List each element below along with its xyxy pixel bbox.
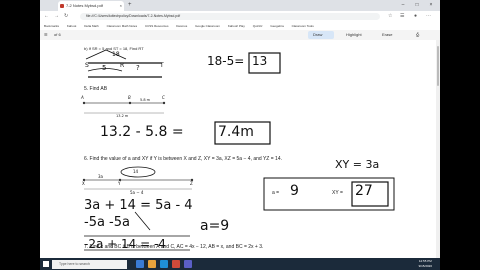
seg-label-r: R [120,62,125,69]
browser-window: 7-2 Notes Mybsd.pdf × + – □ × ← → ↻ file… [40,0,440,270]
a-answer: a=9 [200,218,230,234]
back-icon[interactable]: ← [44,12,49,21]
favorite-star-icon[interactable]: ☆ [388,12,392,21]
profile-avatar[interactable]: ● [414,12,417,21]
problem-6: 6. Find the value of a and XY if Y is be… [84,156,283,162]
calc2: 13.2 - 5.8 = [100,124,184,140]
box-label-xy: XY = [332,190,343,196]
url-field[interactable]: file:///C:/Users/kdtechpolicy/Downloads/… [80,13,380,20]
seg-label-18: 18 [112,51,120,58]
task-view-icon[interactable] [136,260,144,268]
pdf-icon [60,4,64,8]
problem-5: 5. Find AB [84,86,108,92]
label-xz: 5a − 4 [130,190,144,195]
reload-icon[interactable]: ↻ [64,12,68,21]
chrome-icon[interactable] [172,260,180,268]
taskbar: Type here to search 12:55 PM 9/15/2020 [40,258,440,270]
new-tab-button[interactable]: + [128,1,132,10]
label-3a: 3a [98,174,103,179]
bookmark-item[interactable]: Kahoot [67,24,77,28]
highlight-button[interactable]: Highlight [346,30,362,40]
tab-title: 7-2 Notes Mybsd.pdf [66,3,103,8]
label-y: Y [118,181,121,186]
bookmark-item[interactable]: CCSS Resources [145,24,169,28]
xy-equation: XY = 3a [335,158,380,171]
bookmark-item[interactable]: Kahoot! Play [228,24,245,28]
label-a: A [81,95,84,100]
bookmark-item[interactable]: Quizizz [253,24,263,28]
point-a [82,101,86,105]
menu-icon[interactable]: ⋯ [426,12,431,21]
point-b [128,101,132,105]
edge-icon[interactable] [160,260,168,268]
point-c [162,101,166,105]
file-explorer-icon[interactable] [148,260,156,268]
erase-button[interactable]: Erase [382,30,392,40]
page-indicator[interactable]: of 6 [54,30,61,40]
problem-7: 7. Find x and BC if B is between A and C… [84,244,264,250]
label-bc: 5.8 m [140,98,151,102]
cancel-line [134,211,151,231]
answer2: 7.4m [218,124,254,140]
clock-date: 9/15/2020 [418,264,432,268]
calc1: 18-5= [207,54,245,68]
seg-label-qmark: ? [136,64,140,72]
forward-icon[interactable]: → [54,12,59,21]
draw-label: Draw [313,32,323,37]
tab-close-icon[interactable]: × [120,1,122,11]
box-value-a: 9 [290,183,299,199]
label-c: C [162,95,165,100]
bookmark-item[interactable]: Classroom Math Notes [107,24,138,28]
scrollbar[interactable] [436,40,440,258]
seg-label-t: T [160,62,164,69]
bookmark-item[interactable]: Geogebra [270,24,283,28]
label-b: B [128,95,131,100]
windows-start-icon[interactable] [43,261,49,267]
work-line1: 3a + 14 = 5a - 4 [84,198,193,213]
answer1: 13 [252,54,268,68]
box-value-xy: 27 [355,183,373,199]
bookmark-item[interactable]: Classroom Tools [292,24,314,28]
minimize-button[interactable]: – [396,0,410,11]
label-14: 14 [133,169,139,174]
print-icon[interactable]: ⎙ [416,30,419,40]
tab-bar: 7-2 Notes Mybsd.pdf × + – □ × [40,0,440,11]
pdf-page: b) If SR = 5 and ST = 18, Find RT S R T … [40,40,440,258]
answer-box-6 [263,177,395,211]
label-z: Z [190,181,193,186]
seg-label-5: 5 [102,64,107,72]
work-line2: -5a -5a [84,215,130,230]
taskbar-search-input[interactable]: Type here to search [52,259,127,269]
bookmark-item[interactable]: Google Classroom [195,24,220,28]
scroll-thumb[interactable] [437,46,439,86]
label-x: X [82,181,85,186]
bookmark-item[interactable]: Desmos [176,24,187,28]
label-ac: 13.2 m [116,114,129,118]
collections-icon[interactable]: ☰ [400,12,404,21]
maximize-button[interactable]: □ [410,0,424,11]
bookmark-item[interactable]: Bookmarks [44,24,59,28]
contents-icon[interactable]: ☰ [44,30,48,40]
seg-label-s: S [85,62,89,69]
close-window-button[interactable]: × [424,0,438,11]
bookmark-item[interactable]: Delta Math [84,24,99,28]
brace-top [85,49,127,60]
draw-button[interactable]: Draw [308,31,334,39]
tab-pdf[interactable]: 7-2 Notes Mybsd.pdf × [58,1,124,11]
system-clock[interactable]: 12:55 PM 9/15/2020 [419,259,432,269]
box-label-a: a = [272,190,280,196]
teams-icon[interactable] [184,260,192,268]
